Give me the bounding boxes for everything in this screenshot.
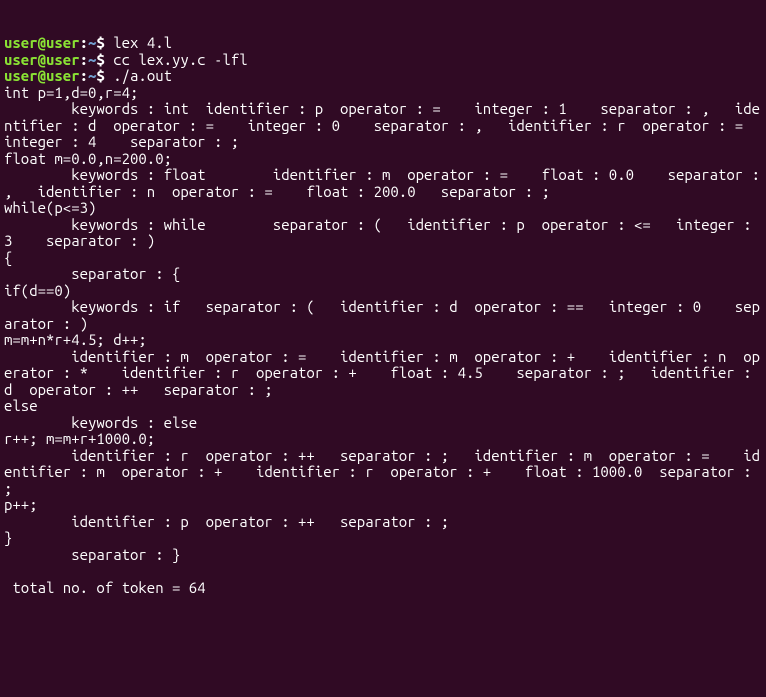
prompt-dollar: $ [96,51,113,68]
prompt-dollar: $ [96,67,113,84]
command-2: cc lex.yy.c -lfl [113,51,247,68]
program-output: int p=1,d=0,r=4; keywords : int identifi… [4,84,766,596]
prompt-sep: : [80,51,88,68]
prompt: user@user:~$ [4,67,113,84]
command-3: ./a.out [113,67,172,84]
prompt-user: user@user [4,51,80,68]
prompt-sep: : [80,67,88,84]
prompt: user@user:~$ [4,51,113,68]
prompt-user: user@user [4,34,80,51]
prompt: user@user:~$ [4,34,113,51]
prompt-user: user@user [4,67,80,84]
terminal[interactable]: user@user:~$ lex 4.l user@user:~$ cc lex… [0,17,766,599]
prompt-dollar: $ [96,34,113,51]
prompt-sep: : [80,34,88,51]
command-1: lex 4.l [113,34,172,51]
